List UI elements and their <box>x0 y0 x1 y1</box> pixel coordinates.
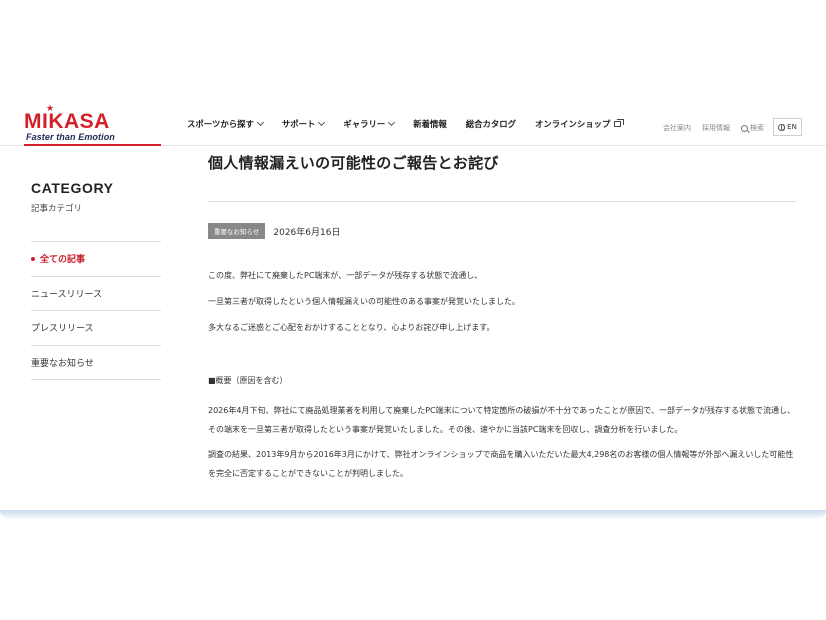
browser-page: ★ MIKASA Faster than Emotion スポーツから探す サポ… <box>0 100 826 518</box>
window-bottom-edge <box>0 510 826 520</box>
screen: ★ MIKASA Faster than Emotion スポーツから探す サポ… <box>0 0 826 620</box>
mikasa-logo[interactable]: ★ MIKASA Faster than Emotion <box>24 104 162 146</box>
article: 個人情報漏えいの可能性のご報告とお詫び 重要なお知らせ 2026年6月16日 こ… <box>208 152 796 489</box>
article-title: 個人情報漏えいの可能性のご報告とお詫び <box>208 154 499 172</box>
category-item-news-release[interactable]: ニュースリリース <box>31 277 161 311</box>
logo-underline <box>24 144 161 146</box>
article-date: 2026年6月16日 <box>273 227 341 238</box>
recruit-link[interactable]: 採用情報 <box>702 123 730 133</box>
section-paragraph: 調査の結果、2013年9月から2016年3月にかけて、弊社オンラインショップで商… <box>208 450 794 478</box>
site-header: ★ MIKASA Faster than Emotion スポーツから探す サポ… <box>0 100 826 146</box>
nav-item-catalog[interactable]: 総合カタログ <box>466 118 516 130</box>
article-body: この度、弊社にて廃棄したPC端末が、一部データが残存する状態で流通し、 一旦第三… <box>208 269 796 483</box>
category-badge[interactable]: 重要なお知らせ <box>208 223 266 239</box>
category-item-important[interactable]: 重要なお知らせ <box>31 346 161 380</box>
category-sidebar: CATEGORY 記事カテゴリ 全ての記事 ニュースリリース プレスリリース 重… <box>31 180 161 380</box>
section-heading: ■概要（原因を含む） <box>208 376 288 385</box>
intro-paragraph: 一旦第三者が取得したという個人情報漏えいの可能性のある事案が発覚いたしました。 <box>208 297 520 306</box>
nav-item-online-shop[interactable]: オンラインショップ <box>535 118 625 130</box>
language-button[interactable]: EN <box>773 118 802 136</box>
chevron-down-icon <box>388 118 396 127</box>
category-subtitle: 記事カテゴリ <box>31 204 83 214</box>
chevron-down-icon <box>318 118 326 127</box>
logo-tagline: Faster than Emotion <box>26 132 115 142</box>
globe-icon <box>778 123 786 131</box>
main-nav: スポーツから探す サポート ギャラリー 新着情報 総合カタログ オンラインショッ… <box>187 118 640 130</box>
category-item-all[interactable]: 全ての記事 <box>31 242 161 277</box>
company-link[interactable]: 会社案内 <box>663 123 691 133</box>
article-meta: 重要なお知らせ 2026年6月16日 <box>208 223 796 239</box>
utility-nav: 会社案内 採用情報 検索 EN <box>663 118 802 136</box>
category-title: CATEGORY <box>31 180 114 196</box>
external-link-icon <box>614 119 625 127</box>
search-icon <box>741 124 748 132</box>
nav-item-news[interactable]: 新着情報 <box>413 118 447 130</box>
nav-item-support[interactable]: サポート <box>282 118 326 130</box>
nav-item-sports[interactable]: スポーツから探す <box>187 118 264 130</box>
category-list: 全ての記事 ニュースリリース プレスリリース 重要なお知らせ <box>31 241 161 380</box>
section-paragraph: 2026年4月下旬、弊社にて廃品処理業者を利用して廃棄したPC端末について特定箇… <box>208 406 795 434</box>
logo-wordmark: MIKASA <box>24 110 110 133</box>
active-dot-icon <box>31 256 35 261</box>
category-item-press-release[interactable]: プレスリリース <box>31 311 161 346</box>
chevron-down-icon <box>256 118 264 127</box>
intro-paragraph: 多大なるご迷惑とご心配をおかけすることとなり、心よりお詫び申し上げます。 <box>208 323 495 332</box>
intro-paragraph: この度、弊社にて廃棄したPC端末が、一部データが残存する状態で流通し、 <box>208 271 483 280</box>
search-button[interactable]: 検索 <box>741 123 764 133</box>
title-divider <box>208 201 796 202</box>
nav-item-gallery[interactable]: ギャラリー <box>343 118 396 130</box>
